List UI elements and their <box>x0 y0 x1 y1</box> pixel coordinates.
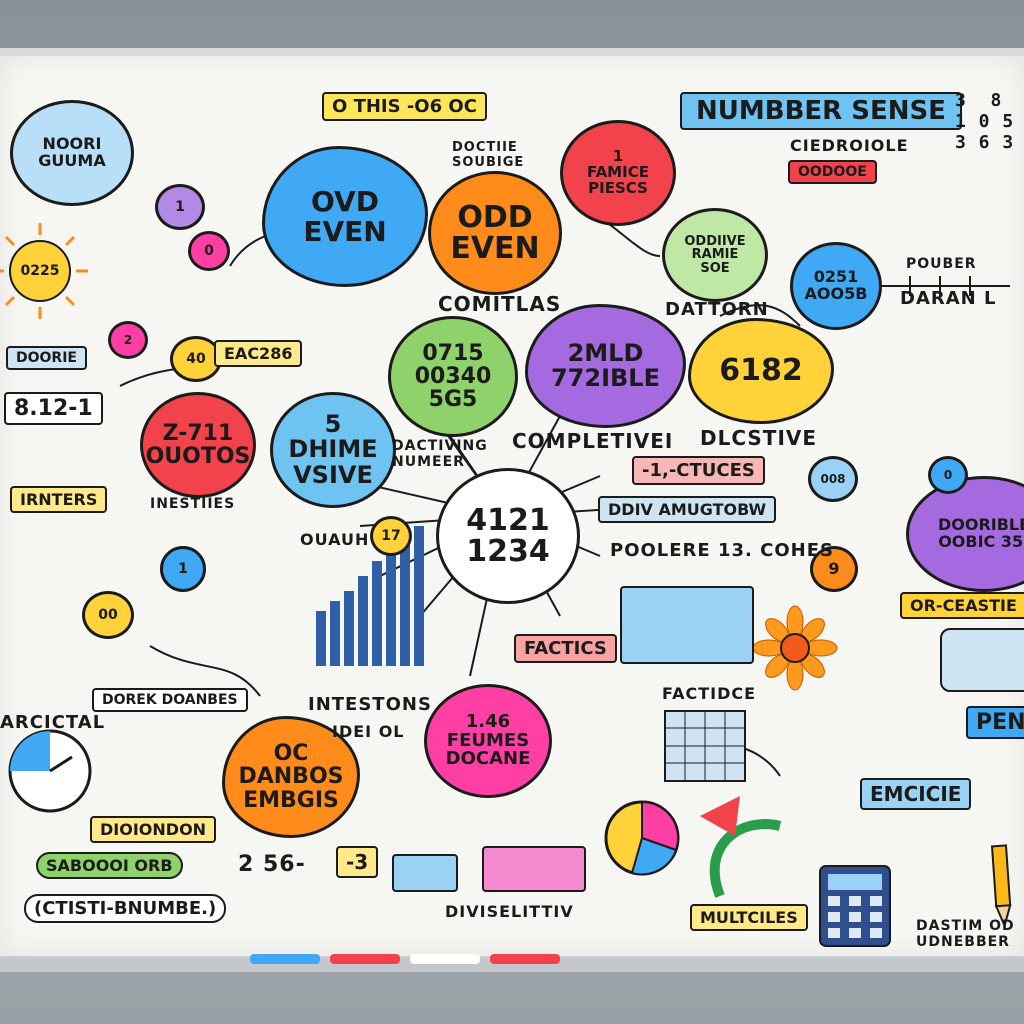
label-cieorole: CIEDROIOLE <box>790 136 909 155</box>
label-comtilas: COMITLAS <box>438 292 562 316</box>
tag-digits-8121: 8.12-1 <box>4 392 103 425</box>
tag-oodooe: OODOOE <box>788 160 877 184</box>
label-ouauh: OUAUH <box>300 530 370 549</box>
bubble-0251: 0251 AOO5B <box>790 242 882 330</box>
tag-dporek: DOREK DOANBES <box>92 688 248 712</box>
flower-drawing <box>752 605 838 691</box>
label-dioiolotiv: DIVISELITTIV <box>445 902 574 921</box>
arrow-drawing <box>709 819 782 898</box>
label-inestiies: INESTIIES <box>150 496 236 512</box>
grid-drawing <box>664 710 746 782</box>
label-completive: COMPLETIVEI <box>512 429 674 453</box>
bubble-small-red: 2 <box>108 321 148 359</box>
tag-blue-screen <box>620 586 754 664</box>
tag-ctuces: -1,-CTUCES <box>632 456 765 485</box>
label-intestons: INTESTONS <box>308 694 432 715</box>
bubble-small-purple: 1 <box>155 184 205 230</box>
bubble-center: 4121 1234 <box>436 468 580 604</box>
bubble-dhime: 5 DHIME VSIVE <box>270 392 396 508</box>
bubble-odditve: ODDIIVE RAMIE SOE <box>662 208 768 302</box>
bubble-comtilas-numbers: 0715 00340 5G5 <box>388 316 518 437</box>
label-dattorn: DATTORN <box>665 299 769 320</box>
tag-eac: EAC286 <box>214 340 303 367</box>
bubble-odd-even: ODD EVEN <box>428 171 562 295</box>
label-factidce: FACTIDCE <box>662 684 757 703</box>
label-doctiie: DOCTIIE SOUBIGE <box>452 140 525 170</box>
tag-sabodd: SABOOOI ORB <box>36 852 183 879</box>
bubble-noor-guuma: NOORI GUUMA <box>10 100 134 206</box>
marker-red[interactable] <box>330 954 400 964</box>
label-dactiving: DACTIVING NUMEER <box>392 438 488 470</box>
tag-blue-rect <box>392 854 458 892</box>
bubble-small-pink: 0 <box>188 231 230 271</box>
bubble-small-yellow-2: 00 <box>82 591 134 639</box>
bubble-feumes: 1.46 FEUMES DOCANE <box>424 684 552 798</box>
header-number-sense: NUMBBER SENSE <box>680 92 962 130</box>
tag-gray-box <box>940 628 1024 692</box>
tag-emcicie: EMCICIE <box>860 778 972 810</box>
tag-neg3: -3 <box>336 846 379 878</box>
tag-penc: PENC <box>966 706 1024 739</box>
clock-drawing <box>8 729 92 813</box>
tag-ctist: (CTISTI-BNUMBE.) <box>24 894 227 923</box>
pie-drawing <box>604 800 680 876</box>
label-arcictal: ARCICTAL <box>0 712 106 733</box>
label-daranl: DARAN L <box>900 288 997 309</box>
marker-white[interactable] <box>410 954 480 964</box>
bubble-sun-0225: 0225 <box>20 262 60 279</box>
digits-right: 3 8 1 0 5 3 6 3 <box>955 90 1015 153</box>
bubble-small-blue: 1 <box>160 546 206 592</box>
tag-dioiondon: DIOIONDON <box>90 816 217 843</box>
label-dastim: DASTIM OD UDNEBBER <box>916 918 1015 950</box>
label-num2: 2 56- <box>238 852 306 877</box>
bubble-ovd-even: OVD EVEN <box>262 146 428 287</box>
label-dlcstive: DLCSTIVE <box>700 426 818 450</box>
bubble-famice-piescs: 1 FAMICE PIESCS <box>560 120 676 226</box>
tag-doorie: DOORIE <box>6 346 87 370</box>
tag-pink-rect <box>482 846 586 892</box>
whiteboard: O THIS -O6 OC NUMBBER SENSE 3 8 1 0 5 3 … <box>0 48 1024 966</box>
bubble-purple-cloud: 2MLD 772IBLE <box>525 304 686 428</box>
tag-multciles: MULTCILES <box>690 904 808 931</box>
header-o-this: O THIS -O6 OC <box>322 92 487 121</box>
bubble-z711: Z-711 OUOTOS <box>140 392 256 498</box>
marker-blue[interactable] <box>250 954 320 964</box>
pencil-drawing <box>990 844 1012 929</box>
label-ol: IDEI OL <box>332 722 405 741</box>
bubble-small-blue-2: 0 <box>928 456 968 494</box>
bubble-small-yellow: 17 <box>370 516 412 556</box>
marker-red-2[interactable] <box>490 954 560 964</box>
calculator-drawing <box>819 865 891 947</box>
tag-factics: FACTICS <box>514 634 617 663</box>
label-pouber: POUBER <box>906 256 977 272</box>
bubble-small-blue-3: 008 <box>808 456 858 502</box>
label-poolere: POOLERE 13. COHES <box>610 540 834 561</box>
tag-intenters: IRNTERS <box>10 486 108 513</box>
bubble-yellow-cloud: 6182 <box>688 318 834 424</box>
tag-ddiv: DDIV AMUGTOBW <box>598 496 777 523</box>
tag-or-ceastie: OR-CEASTIE <box>900 592 1024 619</box>
